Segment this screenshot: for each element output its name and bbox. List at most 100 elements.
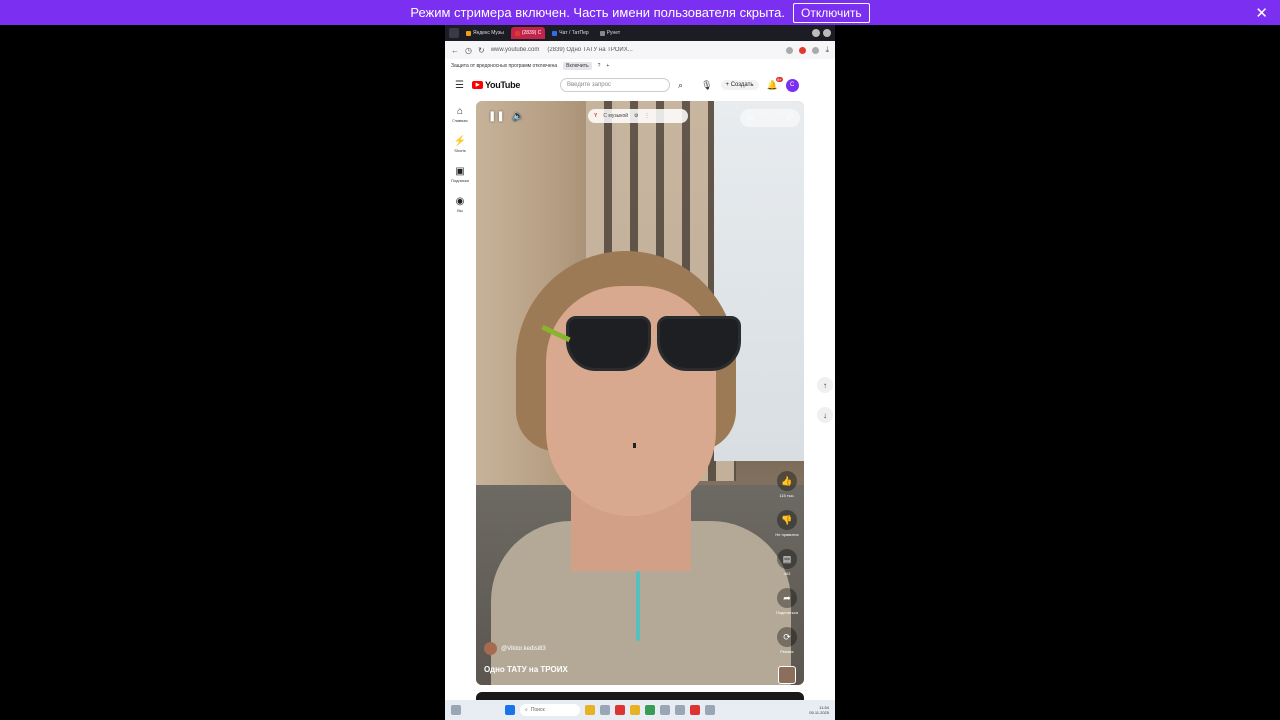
taskbar-app-icon[interactable] — [585, 705, 595, 715]
taskbar-app-icon[interactable] — [690, 705, 700, 715]
comment-icon: ▤ — [777, 549, 797, 569]
steam-icon[interactable] — [675, 705, 685, 715]
logo-text: YouTube — [484, 80, 521, 90]
search-icon: ⌕ — [525, 707, 528, 713]
widgets-icon[interactable] — [451, 705, 461, 715]
tab-chat[interactable]: Чат / ТатПер — [548, 27, 592, 39]
sound-thumbnail-image — [778, 666, 796, 684]
page-title-text: (2839) Одно ТАТУ на ТРОИХ... — [547, 47, 633, 53]
search-icon[interactable]: ⌕ — [678, 80, 683, 91]
download-icon[interactable]: ⤓ — [825, 45, 829, 55]
remix-button[interactable]: ⟳ Ремикс — [777, 627, 797, 654]
volume-icon[interactable]: 🔈 — [512, 111, 524, 122]
tab-yandex-music[interactable]: Яндекс Музы — [462, 27, 508, 39]
file-explorer-icon[interactable] — [600, 705, 610, 715]
browser-menu-icon[interactable] — [449, 28, 459, 38]
avatar[interactable]: C — [785, 78, 799, 92]
taskbar-app-icon[interactable] — [660, 705, 670, 715]
captions-icon[interactable]: ▭ — [747, 114, 754, 122]
disable-streamer-mode-button[interactable]: Отключить — [792, 2, 870, 23]
windows-taskbar: ⌕ Поиск 11:54 05.11.2025 — [445, 700, 835, 720]
share-button[interactable]: ➦ Поделиться — [776, 588, 798, 615]
user-circle-icon: ◉ — [455, 196, 465, 207]
chrome-icon[interactable] — [645, 705, 655, 715]
url-text: www.youtube.com — [490, 47, 540, 53]
sidebar-item-you[interactable]: ◉ Вы — [455, 196, 465, 214]
share-icon: ➦ — [777, 588, 797, 608]
like-button[interactable]: 👍 115 тыс. — [777, 471, 797, 498]
sidebar-item-label: Главная — [452, 118, 468, 123]
extension-icon[interactable] — [812, 46, 820, 54]
mouse-cursor — [633, 443, 636, 448]
sidebar-item-shorts[interactable]: ⚡ Shorts — [454, 137, 466, 154]
remix-label: Ремикс — [780, 649, 794, 654]
sidebar-item-home[interactable]: ⌂ Главная — [452, 106, 468, 124]
video-right-controls: ▭ ⋮ ⤢ — [740, 109, 800, 127]
enable-protection-button[interactable]: Включить — [563, 62, 592, 70]
reload-icon[interactable]: ↻ — [478, 46, 485, 55]
taskbar-search-input[interactable]: ⌕ Поиск — [520, 704, 580, 716]
microphone-icon[interactable]: 🎙 — [701, 80, 712, 91]
yandex-icon[interactable]: Y — [594, 113, 597, 119]
pause-icon[interactable]: ❚❚ — [488, 111, 505, 122]
create-button[interactable]: + Создать — [720, 80, 759, 90]
music-toggle[interactable]: С музыкой — [603, 113, 628, 119]
taskbar-app-icon[interactable] — [630, 705, 640, 715]
taskbar-clock[interactable]: 11:54 05.11.2025 — [809, 705, 829, 715]
streamer-mode-banner: Режим стримера включен. Часть имени поль… — [0, 0, 1280, 25]
close-icon[interactable]: ✕ — [1255, 4, 1268, 22]
shorts-navigation: ↑ ↓ — [817, 377, 833, 423]
search-input[interactable]: Введите запрос — [560, 78, 671, 92]
extension-icon[interactable] — [799, 46, 807, 54]
youtube-header: ☰ ▶ YouTube Введите запрос ⌕ 🎙 + Создать … — [445, 73, 835, 97]
remix-icon: ⟳ — [777, 627, 797, 647]
channel-avatar[interactable] — [484, 642, 497, 655]
window-control-icon[interactable] — [812, 29, 820, 37]
comments-button[interactable]: ▤ 463 — [777, 549, 797, 576]
history-icon[interactable]: ◷ — [465, 46, 472, 55]
video-title: Одно ТАТУ на ТРОИХ — [484, 665, 568, 674]
add-icon[interactable]: + — [606, 63, 609, 69]
youtube-logo[interactable]: ▶ YouTube — [471, 80, 521, 90]
taskbar-search-label: Поиск — [530, 707, 545, 713]
settings-icon[interactable]: ⚙ — [634, 113, 638, 119]
info-text: Защита от вредоносных программ отключена — [451, 63, 558, 69]
previous-short-arrow-up-icon[interactable]: ↑ — [817, 377, 833, 393]
tab-label: (2839) С — [521, 30, 542, 36]
help-icon[interactable]: ? — [598, 63, 601, 69]
tab-favicon-icon — [599, 30, 605, 36]
url-field[interactable]: www.youtube.com (2839) Одно ТАТУ на ТРОИ… — [491, 47, 781, 53]
dislike-button[interactable]: 👎 Не нравится — [775, 510, 799, 537]
clock-date: 05.11.2025 — [809, 710, 829, 715]
youtube-favicon-icon — [514, 30, 520, 36]
shorts-video-player[interactable]: ❚❚ 🔈 Y С музыкой ⚙ ⋮ ▭ ⋮ ⤢ 👍 115 тыс. 👎 Не… — [476, 101, 804, 685]
more-icon[interactable]: ⋮ — [645, 113, 650, 119]
extension-icon[interactable] — [786, 46, 794, 54]
menu-icon[interactable]: ☰ — [455, 80, 464, 91]
channel-info[interactable]: @Viktor.kedisi83 — [484, 642, 546, 655]
fullscreen-icon[interactable]: ⤢ — [788, 114, 794, 122]
notification-badge: 9+ — [776, 76, 783, 82]
home-icon: ⌂ — [456, 106, 464, 117]
back-icon[interactable]: ← — [451, 46, 459, 55]
youtube-mini-sidebar: ⌂ Главная ⚡ Shorts ▣ Подписки ◉ Вы — [445, 106, 475, 214]
tab-label: Рунет — [606, 30, 621, 36]
tab-youtube[interactable]: (2839) С — [510, 27, 546, 39]
sound-thumbnail[interactable] — [778, 666, 796, 684]
yandex-browser-icon[interactable] — [615, 705, 625, 715]
sidebar-item-subscriptions[interactable]: ▣ Подписки — [451, 167, 469, 184]
channel-name[interactable]: @Viktor.kedisi83 — [501, 646, 546, 652]
shield-icon[interactable] — [705, 705, 715, 715]
address-bar: ← ◷ ↻ www.youtube.com (2839) Одно ТАТУ н… — [445, 41, 835, 59]
youtube-play-icon: ▶ — [471, 81, 483, 89]
windows-start-icon[interactable] — [505, 705, 515, 715]
sidebar-item-label: Вы — [457, 208, 463, 213]
notifications-bell-icon[interactable]: 🔔 9+ — [767, 76, 783, 91]
tab-label: Чат / ТатПер — [559, 30, 589, 36]
next-short-arrow-down-icon[interactable]: ↓ — [817, 407, 833, 423]
tab-runet[interactable]: Рунет — [596, 27, 625, 39]
tab-favicon-icon — [466, 30, 471, 36]
window-control-icon[interactable] — [823, 29, 831, 37]
more-vertical-icon[interactable]: ⋮ — [767, 114, 774, 122]
security-info-bar: Защита от вредоносных программ отключена… — [445, 59, 835, 73]
